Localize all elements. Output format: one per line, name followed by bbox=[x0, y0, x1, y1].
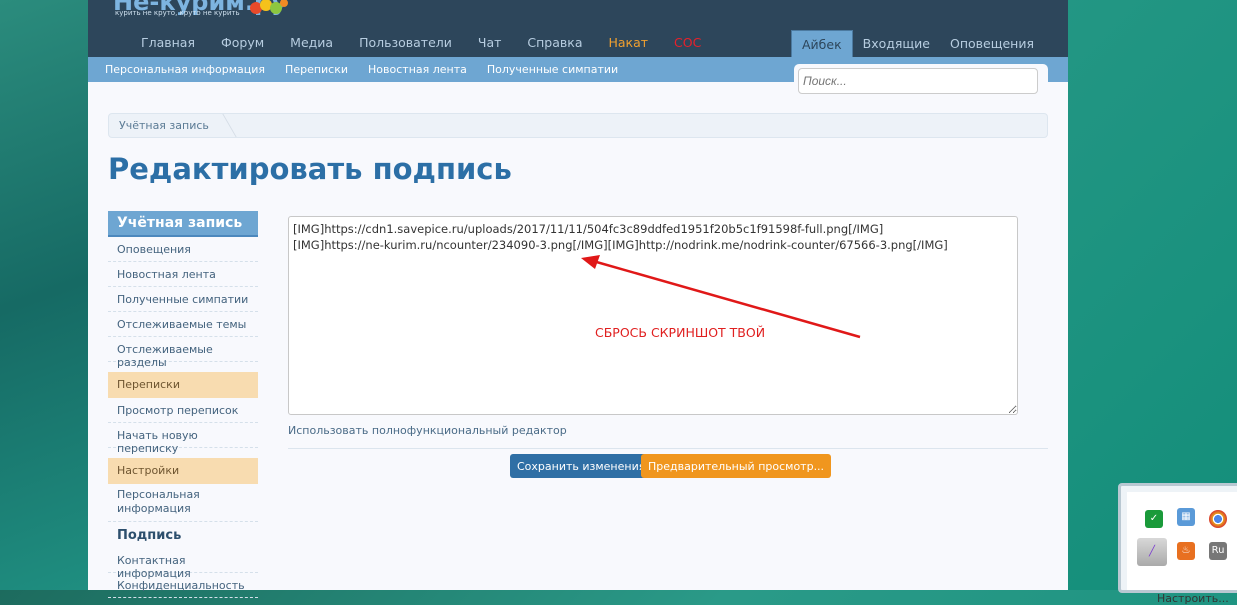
header: Не-курим.ру курить не круто, круто не ку… bbox=[88, 0, 1068, 57]
windows-update-icon[interactable]: ▦ bbox=[1177, 508, 1195, 526]
tab-alerts[interactable]: Оповещения bbox=[940, 30, 1044, 57]
divider bbox=[288, 448, 1048, 449]
sidebar: Учётная запись Оповещения Новостная лент… bbox=[108, 211, 258, 598]
tray-overflow-popup: ✓ ▦ ╱ ♨ Ru Настроить... bbox=[1118, 483, 1237, 605]
sidebar-section-conversations: Переписки bbox=[108, 372, 258, 398]
nav-forum[interactable]: Форум bbox=[208, 35, 277, 50]
sidebar-item[interactable]: Контактная информация bbox=[108, 548, 258, 580]
subnav-personal[interactable]: Персональная информация bbox=[105, 63, 265, 76]
sidebar-item-current[interactable]: Подпись bbox=[108, 522, 258, 548]
search-input[interactable] bbox=[798, 68, 1038, 94]
nav-users[interactable]: Пользователи bbox=[346, 35, 465, 50]
forum-page: Не-курим.ру курить не круто, круто не ку… bbox=[88, 0, 1068, 598]
tray-customize-link[interactable]: Настроить... bbox=[1157, 592, 1229, 605]
logo-leaves-icon bbox=[250, 0, 288, 14]
search-box bbox=[794, 64, 1048, 98]
pen-icon[interactable]: ╱ bbox=[1137, 538, 1167, 566]
sidebar-section-settings: Настройки bbox=[108, 458, 258, 484]
main-nav: Главная Форум Медиа Пользователи Чат Спр… bbox=[128, 35, 714, 50]
subnav-conversations[interactable]: Переписки bbox=[285, 63, 348, 76]
preview-button[interactable]: Предварительный просмотр... bbox=[641, 454, 832, 478]
java-icon[interactable]: ♨ bbox=[1177, 542, 1195, 560]
nav-nakat[interactable]: Накат bbox=[595, 35, 661, 50]
sidebar-item[interactable]: Отслеживаемые разделы bbox=[108, 337, 258, 369]
nav-media[interactable]: Медиа bbox=[277, 35, 346, 50]
tab-user[interactable]: Айбек bbox=[791, 30, 853, 57]
sync-icon[interactable]: ✓ bbox=[1145, 510, 1163, 528]
sidebar-item[interactable]: Отслеживаемые темы bbox=[108, 312, 258, 337]
sidebar-item[interactable]: Полученные симпатии bbox=[108, 287, 258, 312]
breadcrumb[interactable]: Учётная запись bbox=[108, 113, 1048, 138]
page-title: Редактировать подпись bbox=[108, 152, 512, 186]
annotation-text: СБРОСЬ СКРИНШОТ ТВОЙ bbox=[595, 325, 766, 340]
full-editor-link[interactable]: Использовать полнофункциональный редакто… bbox=[288, 424, 567, 437]
sidebar-item[interactable]: Персональная информация bbox=[108, 484, 258, 522]
sidebar-item[interactable]: Новостная лента bbox=[108, 262, 258, 287]
site-tagline: курить не круто, круто не курить bbox=[115, 9, 240, 17]
chrome-icon[interactable] bbox=[1209, 510, 1227, 528]
sidebar-item[interactable]: Оповещения bbox=[108, 237, 258, 262]
nav-chat[interactable]: Чат bbox=[465, 35, 515, 50]
sidebar-item[interactable]: Просмотр переписок bbox=[108, 398, 258, 423]
language-indicator[interactable]: Ru bbox=[1209, 542, 1227, 560]
nav-home[interactable]: Главная bbox=[128, 35, 208, 50]
sidebar-header[interactable]: Учётная запись bbox=[108, 211, 258, 237]
user-tabs: Айбек Входящие Оповещения bbox=[791, 30, 1044, 57]
desktop-background bbox=[0, 0, 88, 590]
sidebar-item[interactable]: Начать новую переписку bbox=[108, 423, 258, 455]
tab-inbox[interactable]: Входящие bbox=[853, 30, 940, 57]
save-button[interactable]: Сохранить изменения bbox=[510, 454, 653, 478]
subnav-newsfeed[interactable]: Новостная лента bbox=[368, 63, 467, 76]
nav-help[interactable]: Справка bbox=[514, 35, 595, 50]
nav-sos[interactable]: СОС bbox=[661, 35, 714, 50]
subnav-likes[interactable]: Полученные симпатии bbox=[487, 63, 618, 76]
